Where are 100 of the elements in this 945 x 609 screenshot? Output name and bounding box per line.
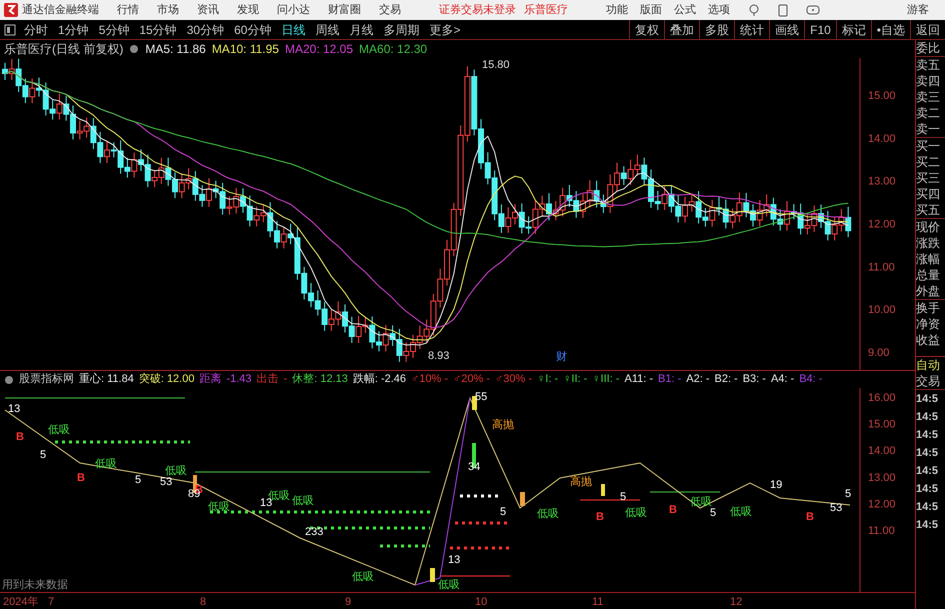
signal-label: 低吸 xyxy=(165,465,187,477)
quote-label: 卖二 xyxy=(916,105,941,121)
quote-label: 换手 xyxy=(916,299,945,316)
indicator-value: - xyxy=(284,372,288,388)
menu-item[interactable]: 功能 xyxy=(606,2,628,18)
price-axis-label: 14.00 xyxy=(868,445,896,458)
tool-button[interactable]: •自选 xyxy=(870,20,910,39)
trade-time: 14:5 xyxy=(916,482,940,497)
signal-label: 13 xyxy=(448,554,460,566)
signal-label: B xyxy=(16,431,24,443)
menu-item[interactable]: 公式 xyxy=(674,2,696,18)
indicator-value: 突破: 12.00 xyxy=(138,372,194,388)
date-axis-label: 7 xyxy=(48,595,54,609)
price-axis-label: 12.00 xyxy=(868,218,896,230)
menu-item[interactable]: 选项 xyxy=(708,2,730,18)
menu-item[interactable]: 市场 xyxy=(157,2,179,18)
quote-label: 卖四 xyxy=(916,73,941,89)
period-tab[interactable]: 15分钟 xyxy=(139,20,177,38)
auto-trade-label[interactable]: 自动 xyxy=(916,356,945,373)
signal-label: 高抛 xyxy=(492,419,514,431)
tool-button[interactable]: 画线 xyxy=(769,20,804,39)
menu-item[interactable]: 资讯 xyxy=(197,2,219,18)
signal-label: 5 xyxy=(500,506,506,518)
tool-button[interactable]: 标记 xyxy=(836,20,871,39)
price-axis-label: 11.00 xyxy=(868,261,895,274)
app-title: 通达信金融终端 xyxy=(22,2,99,18)
signal-label: 低吸 xyxy=(625,507,647,519)
signal-label: B xyxy=(806,511,814,523)
notice-link[interactable]: 乐普医疗 xyxy=(524,2,568,18)
tool-button[interactable]: 统计 xyxy=(734,20,770,39)
trade-time: 14:5 xyxy=(916,500,940,515)
date-axis-label: 9 xyxy=(345,595,352,609)
signal-label: 低吸 xyxy=(48,424,70,436)
price-axis-label: 12.00 xyxy=(868,498,896,510)
tool-button[interactable]: F10 xyxy=(804,20,836,39)
period-tab[interactable]: 月线 xyxy=(349,20,374,38)
indicator-value: A4: - xyxy=(770,372,794,388)
period-tab[interactable]: 多周期 xyxy=(383,20,420,38)
menu-item[interactable]: 行情 xyxy=(117,2,139,18)
menu-item[interactable]: 交易 xyxy=(379,2,401,18)
date-axis-label: 12 xyxy=(730,595,742,609)
quote-label: 收益 xyxy=(916,332,941,348)
signal-label: 53 xyxy=(160,476,172,488)
indicator-value: -1.43 xyxy=(226,372,252,388)
signal-label: B xyxy=(77,472,85,484)
indicator-value: A11: - xyxy=(624,372,654,388)
price-axis-label: 13.00 xyxy=(868,472,896,484)
price-axis-label: 9.00 xyxy=(868,346,890,359)
period-tab[interactable]: 5分钟 xyxy=(98,20,130,38)
period-tab[interactable]: 60分钟 xyxy=(234,20,272,38)
signal-label: 低吸 xyxy=(730,506,752,518)
user-label[interactable]: 游客 xyxy=(907,2,929,18)
menu-item[interactable]: 发现 xyxy=(237,2,259,18)
price-axis-label: 15.00 xyxy=(868,90,896,102)
quote-label: 买五 xyxy=(916,202,941,218)
indicator-value: 距离 xyxy=(199,372,222,388)
trade-time: 14:5 xyxy=(916,428,940,443)
period-tab[interactable]: 30分钟 xyxy=(186,20,224,38)
tool-button[interactable]: 多股 xyxy=(699,20,734,39)
quote-label: 委比 xyxy=(916,40,941,56)
event-marker: 财 xyxy=(556,351,567,363)
signal-label: 233 xyxy=(305,526,324,538)
period-tab[interactable]: 更多> xyxy=(429,20,460,38)
quote-label: 买四 xyxy=(916,186,941,202)
signal-label: 34 xyxy=(468,461,480,473)
indicator-value: 重心: 11.84 xyxy=(79,372,134,388)
quote-label: 净资 xyxy=(916,316,941,332)
signal-label: 5 xyxy=(710,507,716,519)
indicator-value: B4: - xyxy=(799,372,822,388)
menu-item[interactable]: 问小达 xyxy=(277,2,310,18)
signal-label: 低吸 xyxy=(292,495,314,507)
signal-label: 低吸 xyxy=(537,508,559,520)
menu-item[interactable]: 财富圈 xyxy=(328,2,361,18)
tool-button[interactable]: 复权 xyxy=(629,20,664,39)
tool-button[interactable]: 叠加 xyxy=(664,20,700,39)
quote-label: 涨跌 xyxy=(916,235,941,251)
notice-link[interactable]: 证券交易未登录 xyxy=(439,2,516,18)
price-axis-label: 11.00 xyxy=(868,525,895,537)
quote-label: 买三 xyxy=(916,170,941,186)
price-axis-label: 10.00 xyxy=(868,304,896,316)
signal-label: 5 xyxy=(135,474,142,486)
period-tab[interactable]: 1分钟 xyxy=(58,20,89,38)
quote-label: 卖五 xyxy=(916,56,945,73)
menu-item[interactable]: 版面 xyxy=(640,2,662,18)
date-axis-label: 10 xyxy=(475,595,488,609)
quote-label: 卖一 xyxy=(916,121,941,137)
ma-value: MA10: 11.95 xyxy=(212,41,279,58)
quote-label: 卖三 xyxy=(916,89,941,105)
indicator-value: ♀II: - xyxy=(563,372,588,388)
period-tab[interactable]: 周线 xyxy=(315,20,340,38)
signal-label: 19 xyxy=(770,479,782,491)
indicator-value: B2: - xyxy=(714,372,738,388)
period-tab[interactable]: 分时 xyxy=(24,20,48,38)
period-tab[interactable]: 日线 xyxy=(281,20,306,38)
trade-label[interactable]: 交易 xyxy=(916,373,945,390)
signal-label: 高抛 xyxy=(570,476,592,488)
tool-button[interactable]: 返回 xyxy=(910,20,945,39)
indicator-value: ♂20% - xyxy=(453,372,490,388)
indicator-value: 跌幅: -2.46 xyxy=(352,372,406,388)
indicator-value: B3: - xyxy=(742,372,766,388)
